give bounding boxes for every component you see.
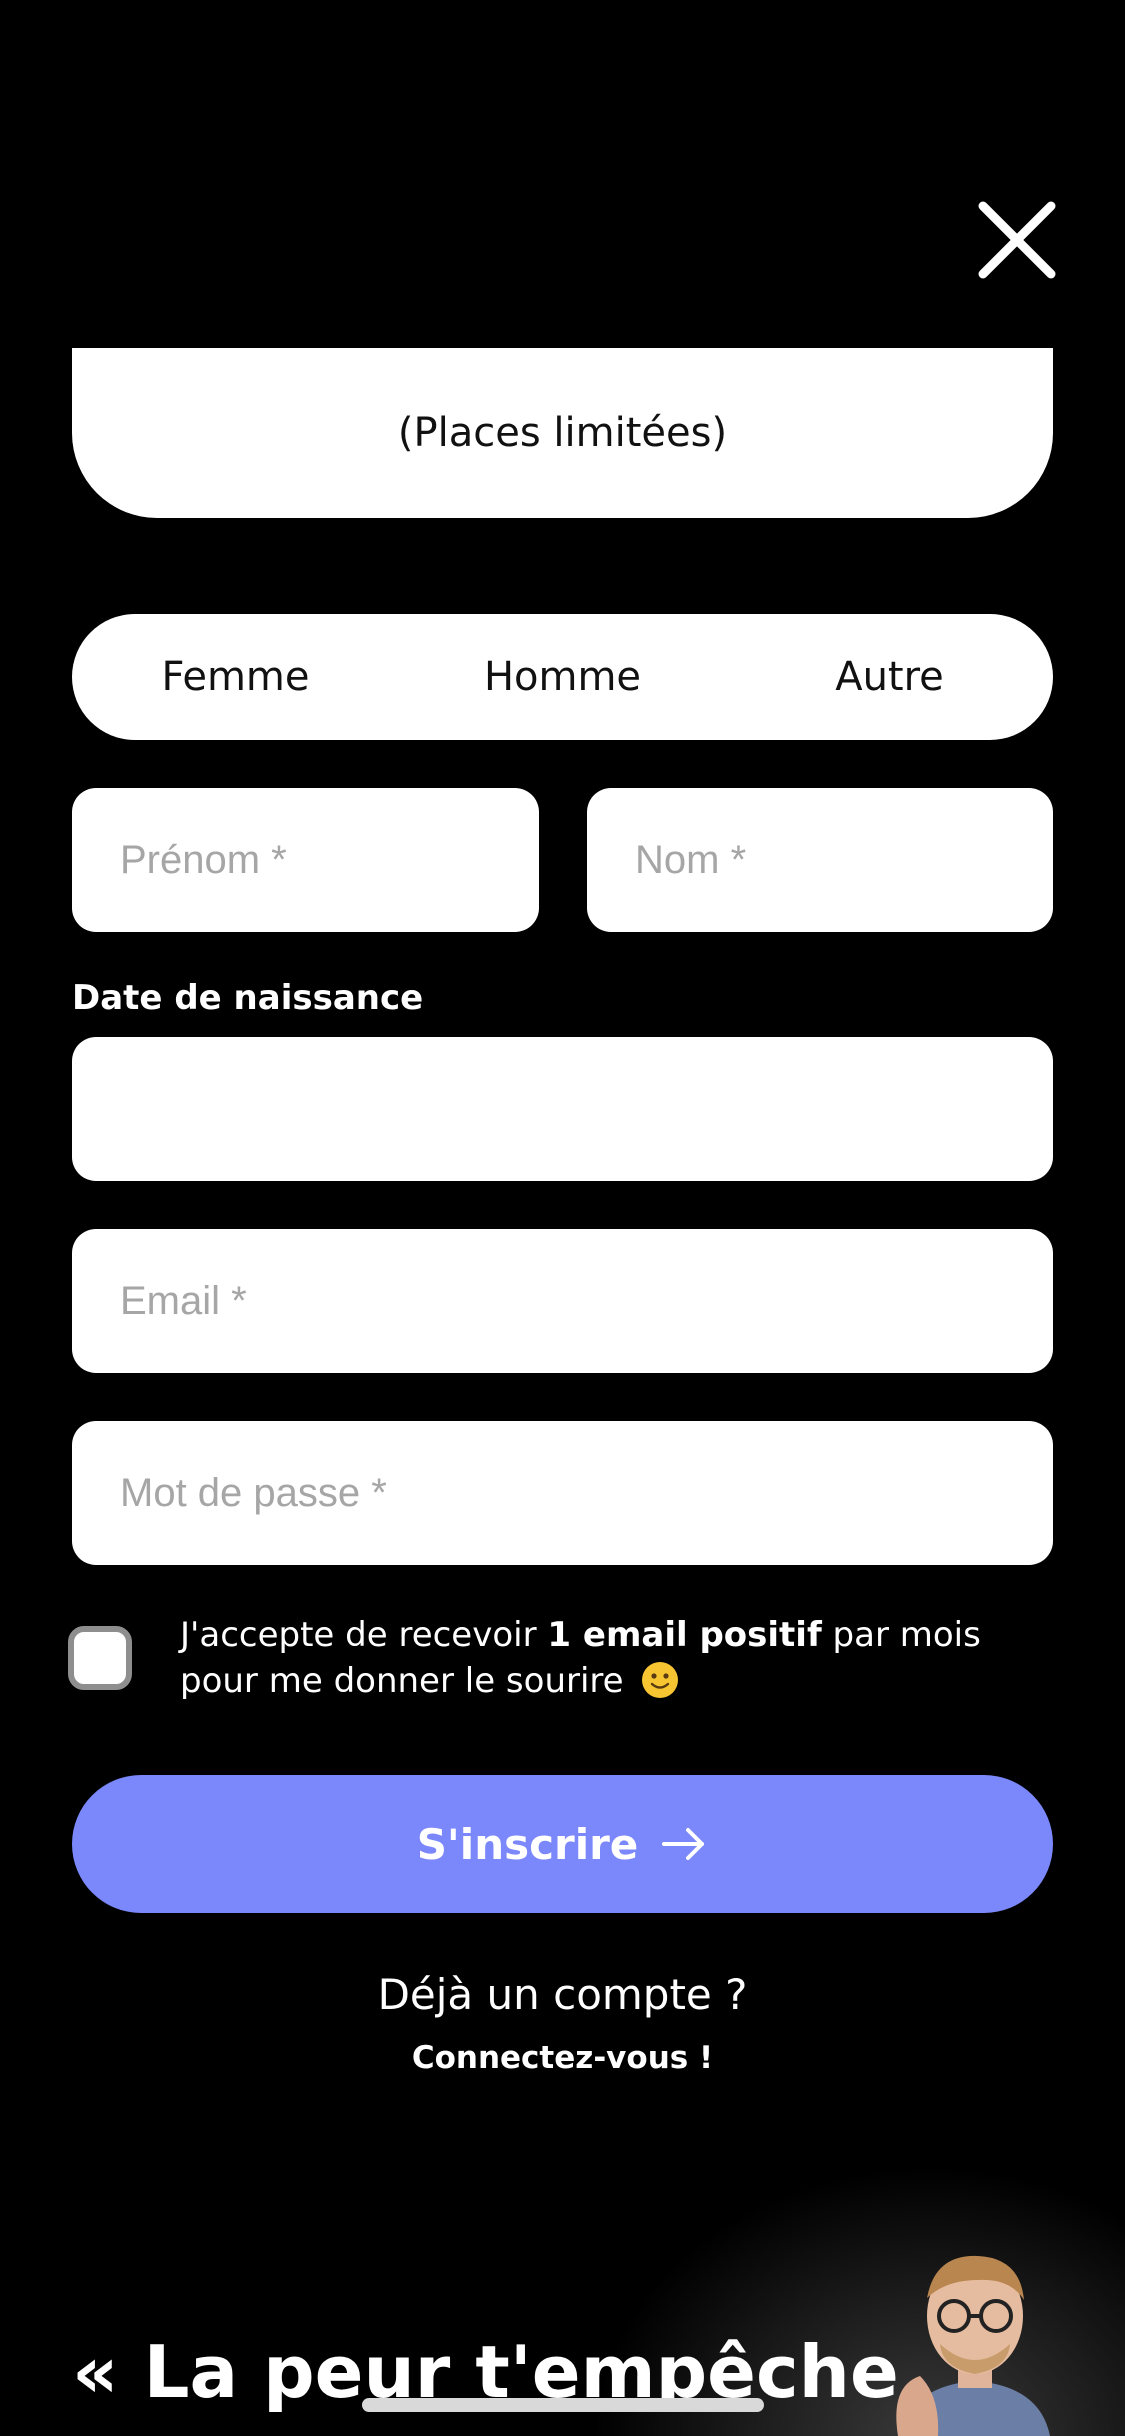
promo-section: « La peur t'empêche xyxy=(0,2150,1125,2436)
signup-screen: (Places limitées) Femme Homme Autre Date… xyxy=(0,0,1125,2436)
consent-text-bold: 1 email positif xyxy=(547,1615,822,1655)
signup-label: S'inscrire xyxy=(416,1819,639,1869)
home-indicator[interactable] xyxy=(362,2398,764,2412)
email-field[interactable] xyxy=(72,1229,1053,1373)
consent-checkbox[interactable] xyxy=(68,1626,132,1690)
login-link[interactable]: Connectez-vous ! xyxy=(0,2040,1125,2076)
gender-selector: Femme Homme Autre xyxy=(72,614,1053,740)
last-name-field[interactable] xyxy=(587,788,1053,932)
gender-option-femme[interactable]: Femme xyxy=(72,654,399,700)
first-name-field[interactable] xyxy=(72,788,539,932)
consent-text: J'accepte de recevoir 1 email positif pa… xyxy=(180,1612,1020,1704)
smiley-icon xyxy=(642,1662,679,1698)
gender-option-homme[interactable]: Homme xyxy=(399,654,726,700)
arrow-right-icon xyxy=(660,1820,708,1868)
places-card: (Places limitées) xyxy=(72,348,1053,518)
dob-label: Date de naissance xyxy=(72,978,424,1018)
gender-option-autre[interactable]: Autre xyxy=(726,654,1053,700)
signup-button[interactable]: S'inscrire xyxy=(72,1775,1053,1913)
dob-field[interactable] xyxy=(72,1037,1053,1181)
close-button[interactable] xyxy=(975,198,1059,282)
places-text: (Places limitées) xyxy=(397,410,728,456)
already-account-text: Déjà un compte ? xyxy=(377,1970,748,2019)
consent-text-start: J'accepte de recevoir xyxy=(180,1615,548,1655)
close-icon xyxy=(978,201,1056,279)
password-field[interactable] xyxy=(72,1421,1053,1565)
